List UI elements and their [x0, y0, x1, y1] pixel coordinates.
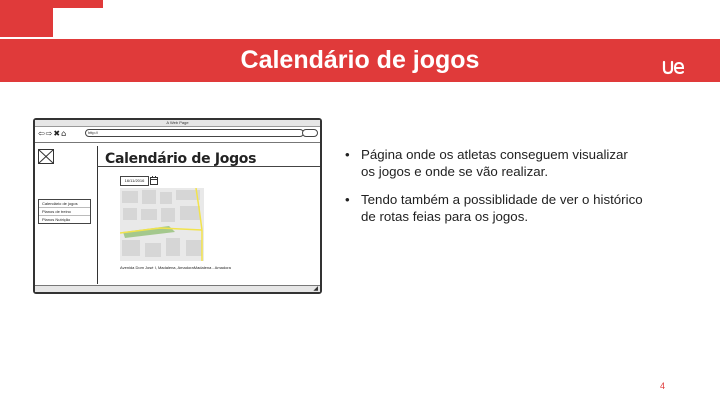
browser-navbar: ⇦⇨✖⌂ http:// [35, 126, 320, 143]
menu-item-nutrition[interactable]: Planos Nutrição [39, 215, 90, 223]
slide-title: Calendário de jogos [240, 46, 480, 74]
status-bar: ◢ [35, 285, 320, 292]
bullet-text: Página onde os atletas conseguem visuali… [361, 147, 628, 179]
date-field[interactable]: 16/11/2016 [120, 176, 149, 186]
calendar-icon[interactable] [150, 176, 158, 185]
address-caption: Avenida Dom José I, Madalena, AmadoraMad… [120, 265, 231, 270]
search-field[interactable] [302, 129, 318, 137]
wireframe-mockup: A Web Page ⇦⇨✖⌂ http:// Calendário de jo… [33, 118, 322, 294]
header-bar: Calendário de jogos [0, 39, 720, 82]
home-icon[interactable]: ⌂ [61, 129, 66, 138]
top-accent-box [0, 0, 53, 37]
url-field[interactable]: http:// [85, 129, 304, 137]
sidebar-menu: Calendário de jogos Planos de treino Pla… [38, 199, 91, 224]
heading-rule [97, 166, 320, 167]
back-arrow-icon[interactable]: ⇦ [38, 129, 45, 138]
bullet-dot-icon: • [345, 192, 350, 207]
page-heading: Calendário de Jogos [105, 151, 257, 167]
bullet-dot-icon: • [345, 147, 350, 162]
bullet-item: • Página onde os atletas conseguem visua… [345, 146, 645, 180]
nav-icons: ⇦⇨✖⌂ [38, 129, 67, 138]
map-view[interactable] [120, 188, 204, 261]
bullet-list: • Página onde os atletas conseguem visua… [345, 146, 645, 236]
bullet-text: Tendo também a possiblidade de ver o his… [361, 192, 643, 224]
menu-item-calendar[interactable]: Calendário de jogos [39, 200, 90, 207]
resize-grip-icon[interactable]: ◢ [313, 286, 318, 292]
top-accent-line [53, 0, 103, 8]
close-icon[interactable]: ✖ [53, 129, 60, 138]
forward-arrow-icon[interactable]: ⇨ [46, 129, 53, 138]
page-number: 4 [660, 381, 666, 391]
ue-logo-icon [662, 60, 685, 75]
bullet-item: • Tendo também a possiblidade de ver o h… [345, 191, 645, 225]
menu-item-training[interactable]: Planos de treino [39, 207, 90, 215]
logo-placeholder [38, 149, 54, 164]
